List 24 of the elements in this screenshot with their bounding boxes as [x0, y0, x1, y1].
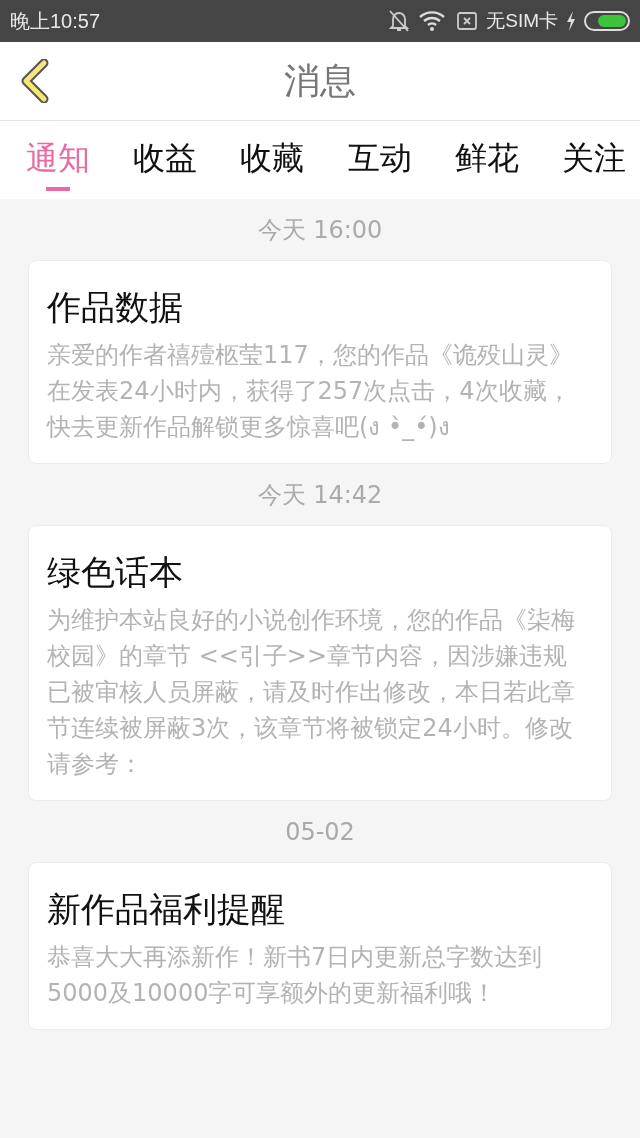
battery-icon — [584, 10, 630, 32]
message-title: 作品数据 — [47, 286, 184, 329]
message-time: 05-02 — [285, 817, 355, 846]
bell-muted-icon — [388, 9, 411, 33]
page-title: 消息 — [284, 58, 356, 103]
message-time: 今天 14:42 — [257, 479, 383, 511]
carrier-label: 无SIM卡 — [486, 9, 558, 33]
message-card[interactable]: 作品数据 亲爱的作者禧殪柩莹117，您的作品《诡殁山灵》在发表24小时内，获得了257次点击，4次收藏，快去更新作品解锁更多惊喜吧(ง •̀_•́)ง — [28, 260, 612, 464]
tab[interactable]: 互动 — [347, 121, 412, 199]
tab[interactable]: 关注 — [561, 121, 626, 199]
tab[interactable]: 收益 — [133, 121, 198, 199]
message-body: 亲爱的作者禧殪柩莹117，您的作品《诡殁山灵》在发表24小时内，获得了257次点击，4次收藏，快去更新作品解锁更多惊喜吧(ง •̀_•́)ง — [47, 340, 574, 443]
message-body: 恭喜大大再添新作！新书7日内更新总字数达到5000及10000字可享额外的更新福利哦！ — [47, 942, 544, 1009]
sim-icon — [456, 10, 479, 32]
message-card[interactable]: 绿色话本 为维护本站良好的小说创作环境，您的作品《柒梅校园》的章节 <<引子>>章节内容，因涉嫌违规已被审核人员屏蔽，请及时作出修改，本日若此章节连续被屏蔽3次，该章节将被锁定24小时。修改请参考： — [28, 525, 612, 801]
message-title: 新作品福利提醒 — [47, 888, 286, 931]
message-card[interactable]: 新作品福利提醒 恭喜大大再添新作！新书7日内更新总字数达到5000及10000字可享额外的更新福利哦！ — [28, 862, 612, 1030]
status-time: 晚上10:57 — [10, 8, 101, 34]
tab[interactable]: 鲜花 — [454, 121, 519, 199]
message-body: 为维护本站良好的小说创作环境，您的作品《柒梅校园》的章节 <<引子>>章节内容，因涉嫌违规已被审核人员屏蔽，请及时作出修改，本日若此章节连续被屏蔽3次，该章节将被锁定24小时。修改请参考： — [47, 605, 576, 780]
message-title: 绿色话本 — [47, 551, 184, 594]
charging-icon — [566, 11, 576, 31]
tab[interactable]: 收藏 — [240, 121, 305, 199]
message-time: 今天 16:00 — [257, 214, 383, 246]
